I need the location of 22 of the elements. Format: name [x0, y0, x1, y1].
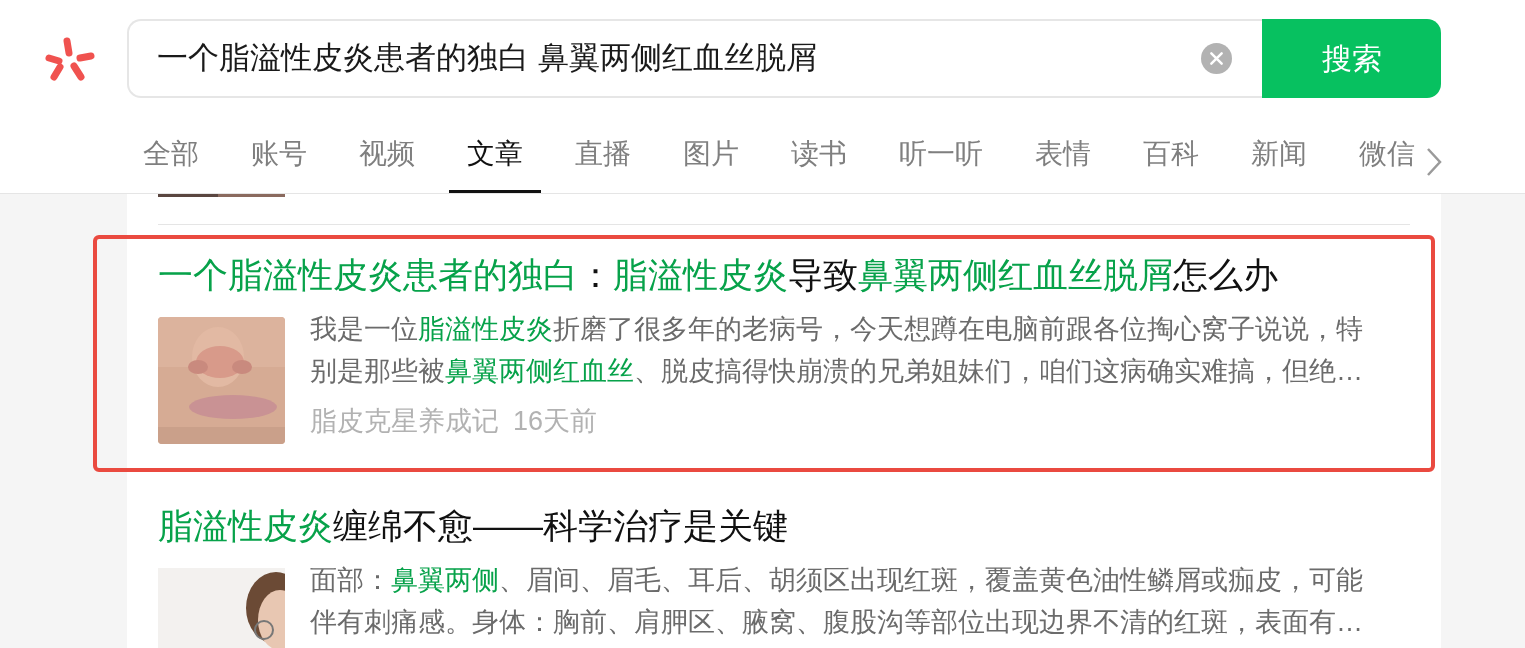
result-title[interactable]: 脂溢性皮炎缠绵不愈——科学治疗是关键: [158, 504, 1410, 548]
source-name[interactable]: 脂皮克星养成记: [310, 400, 499, 442]
tab[interactable]: 新闻: [1233, 134, 1325, 193]
clear-icon[interactable]: [1201, 43, 1232, 74]
tab[interactable]: 微信: [1341, 134, 1433, 193]
tab[interactable]: 账号: [233, 134, 325, 193]
tab[interactable]: 视频: [341, 134, 433, 193]
tab[interactable]: 读书: [773, 134, 865, 193]
tab[interactable]: 全部: [125, 134, 217, 193]
tab[interactable]: 听一听: [881, 134, 1001, 193]
tab[interactable]: 百科: [1125, 134, 1217, 193]
result-title[interactable]: 一个脂溢性皮炎患者的独白：脂溢性皮炎导致鼻翼两侧红血丝脱屑怎么办: [158, 253, 1410, 297]
search-button[interactable]: 搜索: [1262, 19, 1441, 98]
publish-time: 16天前: [513, 405, 598, 438]
logo-icon: [44, 35, 96, 82]
tab[interactable]: 图片: [665, 134, 757, 193]
chevron-right-icon[interactable]: [1425, 147, 1443, 177]
result-snippet: 面部：鼻翼两侧、眉间、眉毛、耳后、胡须区出现红斑，覆盖黄色油性鳞屑或痂皮，可能 伴有刺痛感。身体：胸前、肩胛区、腋窝、腹股沟等部位出现边界不清的红斑，表面有…: [310, 564, 1363, 639]
tab[interactable]: 表情: [1017, 134, 1109, 193]
tab[interactable]: 直播: [557, 134, 649, 193]
search-field[interactable]: 一个脂溢性皮炎患者的独白 鼻翼两侧红血丝脱屑: [127, 19, 1262, 98]
result-snippet: 我是一位脂溢性皮炎折磨了很多年的老病号，今天想蹲在电脑前跟各位掏心窝子说说，特 别是那些被鼻翼两侧红血丝、脱皮搞得快崩溃的兄弟姐妹们，咱们这病确实难搞，但绝…: [310, 313, 1363, 388]
